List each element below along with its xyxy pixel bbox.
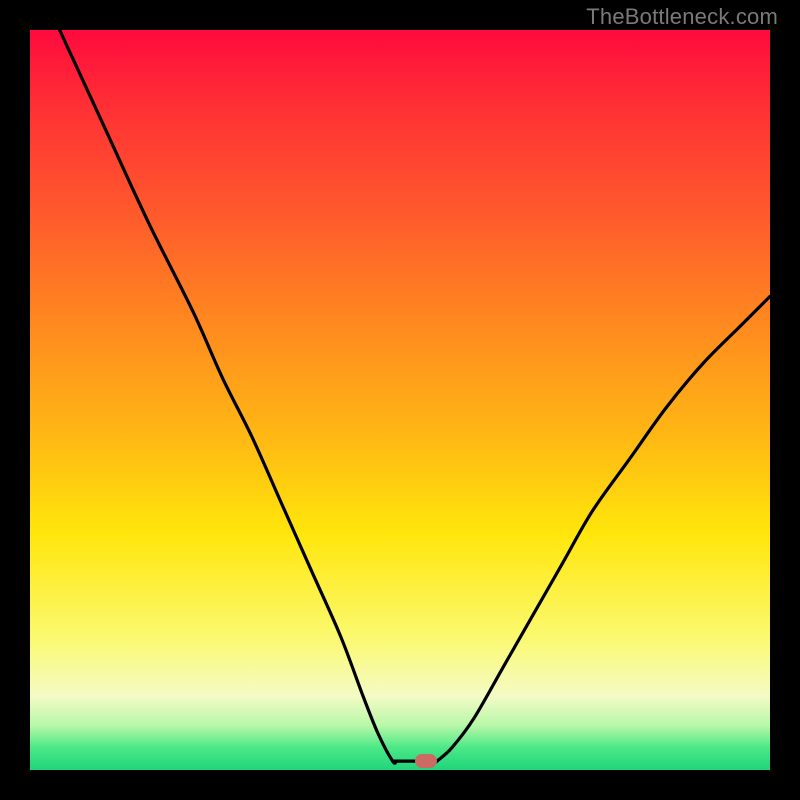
attribution-label: TheBottleneck.com (586, 4, 778, 30)
bottleneck-curve (30, 30, 770, 770)
plot-area (30, 30, 770, 770)
chart-frame: TheBottleneck.com (0, 0, 800, 800)
bottleneck-marker (415, 754, 437, 768)
